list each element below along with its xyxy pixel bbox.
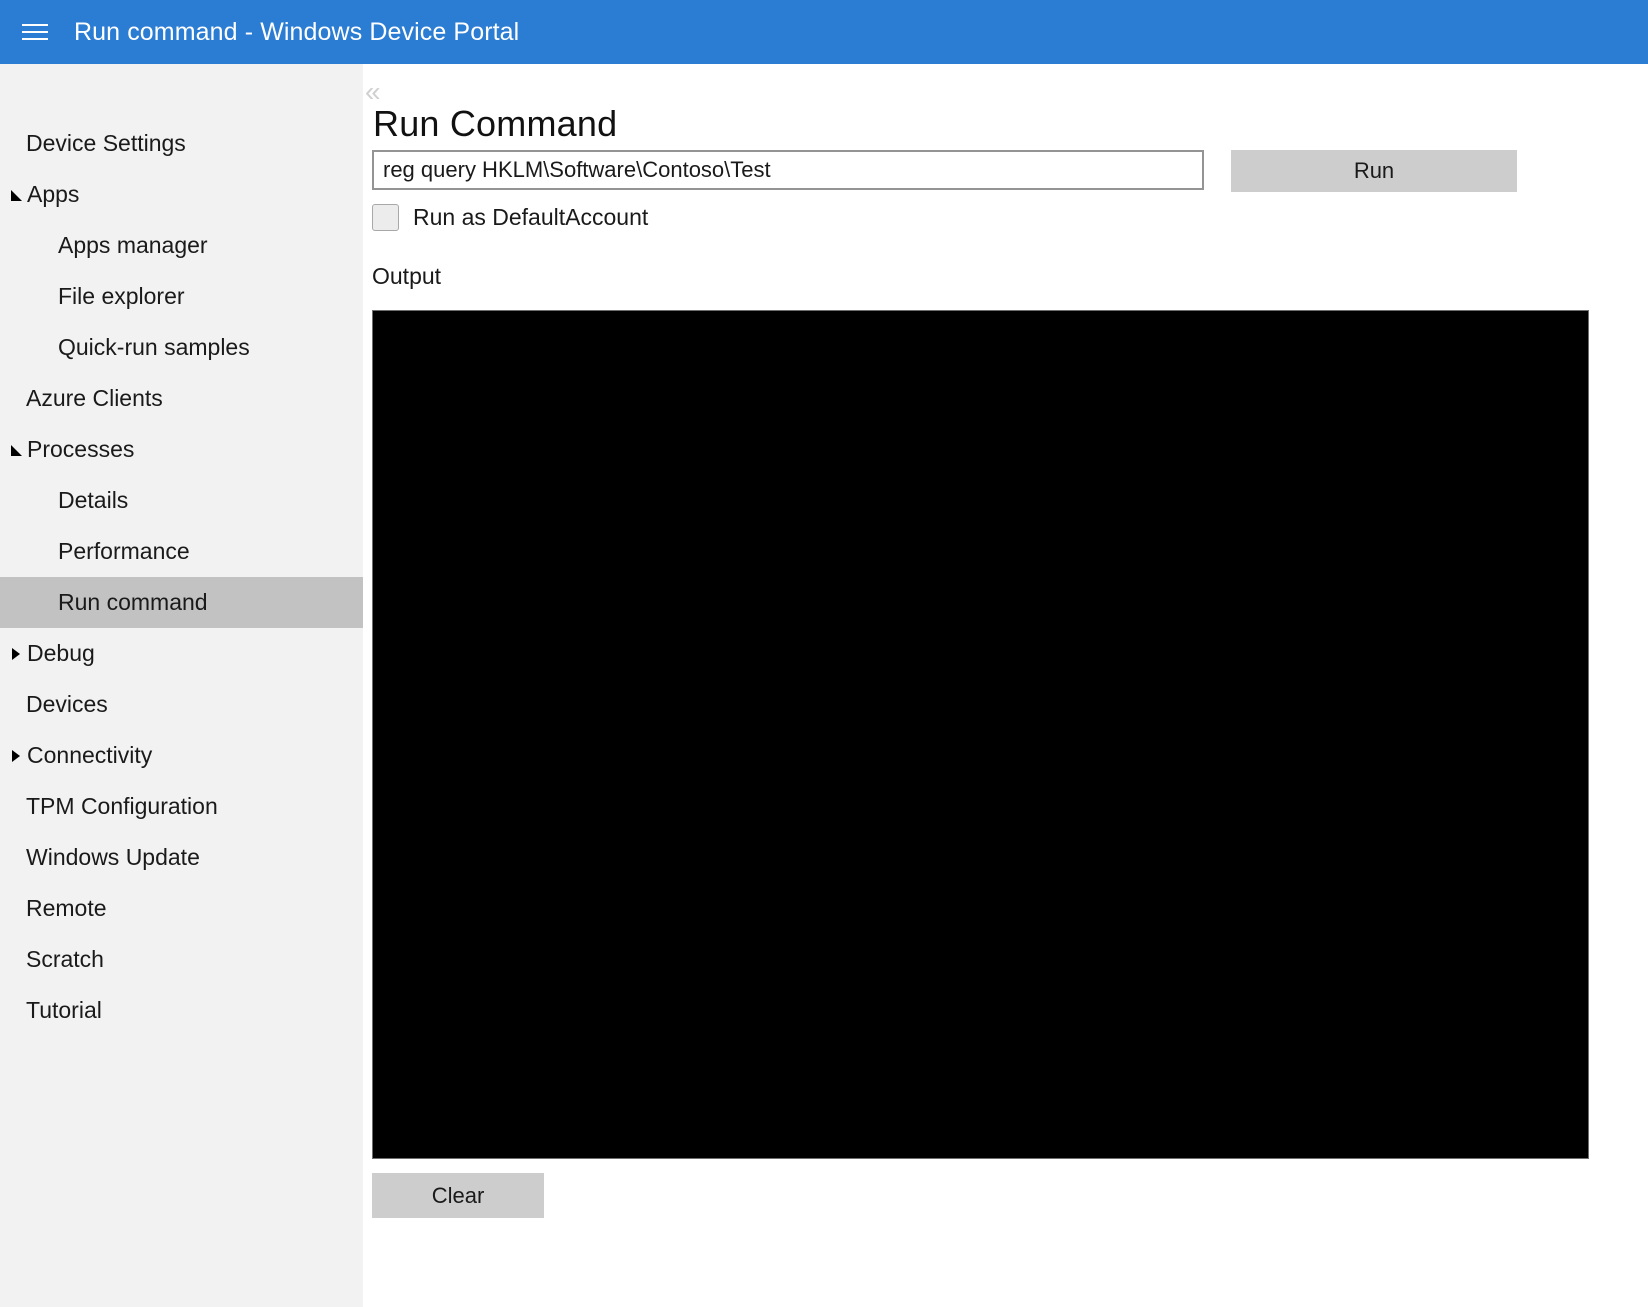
clear-button[interactable]: Clear [372, 1173, 544, 1218]
sidebar-item-remote[interactable]: Remote [0, 883, 363, 934]
sidebar-item-quick-run-samples[interactable]: Quick-run samples [0, 322, 363, 373]
sidebar-item-label: Apps [27, 181, 80, 207]
run-as-defaultaccount-row[interactable]: Run as DefaultAccount [372, 204, 648, 231]
command-row: Run [372, 150, 1600, 192]
sidebar-item-label: TPM Configuration [26, 793, 218, 819]
sidebar-item-label: Scratch [26, 946, 104, 972]
sidebar-item-windows-update[interactable]: Windows Update [0, 832, 363, 883]
sidebar-item-apps[interactable]: Apps [0, 169, 363, 220]
sidebar-item-label: Apps manager [58, 232, 208, 258]
sidebar-item-scratch[interactable]: Scratch [0, 934, 363, 985]
sidebar-item-label: Remote [26, 895, 107, 921]
sidebar-item-label: Tutorial [26, 997, 102, 1023]
sidebar-item-label: Devices [26, 691, 108, 717]
sidebar-item-label: Performance [58, 538, 190, 564]
sidebar-item-label: Processes [27, 436, 135, 462]
sidebar-item-label: Debug [27, 640, 95, 666]
sidebar-item-label: Quick-run samples [58, 334, 250, 360]
sidebar-item-details[interactable]: Details [0, 475, 363, 526]
sidebar-item-apps-manager[interactable]: Apps manager [0, 220, 363, 271]
sidebar-item-connectivity[interactable]: Connectivity [0, 730, 363, 781]
sidebar-item-label: Connectivity [27, 742, 153, 768]
main-content: « Run Command Run Run as DefaultAccount … [363, 64, 1648, 1307]
sidebar-item-label: File explorer [58, 283, 185, 309]
run-as-defaultaccount-label: Run as DefaultAccount [413, 204, 649, 230]
triangle-down-icon [11, 443, 27, 456]
triangle-right-icon [11, 647, 27, 661]
sidebar-item-tpm-configuration[interactable]: TPM Configuration [0, 781, 363, 832]
window-title: Run command - Windows Device Portal [74, 17, 520, 46]
sidebar-item-debug[interactable]: Debug [0, 628, 363, 679]
sidebar-item-processes[interactable]: Processes [0, 424, 363, 475]
sidebar: Device Settings Apps Apps manager File expl… [0, 64, 363, 1307]
sidebar-nav-list: Device Settings Apps Apps manager File expl… [0, 64, 363, 1036]
sidebar-item-label: Details [58, 487, 129, 513]
sidebar-item-performance[interactable]: Performance [0, 526, 363, 577]
hamburger-line [22, 38, 48, 40]
output-console[interactable] [372, 310, 1589, 1159]
sidebar-item-azure-clients[interactable]: Azure Clients [0, 373, 363, 424]
command-input[interactable] [372, 150, 1204, 190]
output-label: Output [372, 263, 442, 289]
hamburger-line [22, 31, 48, 33]
run-as-defaultaccount-checkbox[interactable] [372, 204, 399, 231]
collapse-sidebar-icon[interactable]: « [365, 78, 381, 106]
triangle-right-icon [11, 749, 27, 763]
sidebar-item-label: Azure Clients [26, 385, 163, 411]
sidebar-item-run-command[interactable]: Run command [0, 577, 363, 628]
sidebar-item-device-settings[interactable]: Device Settings [0, 118, 363, 169]
hamburger-line [22, 24, 48, 26]
sidebar-item-file-explorer[interactable]: File explorer [0, 271, 363, 322]
run-button[interactable]: Run [1231, 150, 1517, 192]
body-area: Device Settings Apps Apps manager File expl… [0, 64, 1648, 1307]
sidebar-item-label: Windows Update [26, 844, 200, 870]
page-title: Run Command [373, 103, 618, 145]
sidebar-item-label: Run command [58, 589, 208, 615]
triangle-down-icon [11, 188, 27, 201]
title-bar: Run command - Windows Device Portal [0, 0, 1648, 64]
hamburger-icon[interactable] [22, 21, 52, 43]
sidebar-item-label: Device Settings [26, 130, 186, 156]
sidebar-item-tutorial[interactable]: Tutorial [0, 985, 363, 1036]
sidebar-item-devices[interactable]: Devices [0, 679, 363, 730]
